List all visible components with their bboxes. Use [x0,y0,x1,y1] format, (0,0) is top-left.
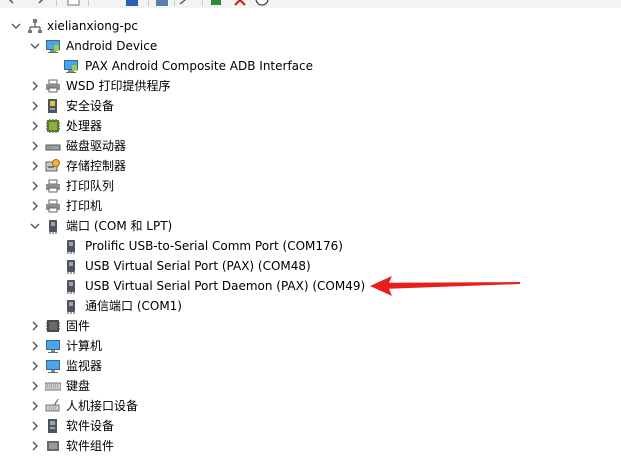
annotation-red-arrow [370,276,520,296]
